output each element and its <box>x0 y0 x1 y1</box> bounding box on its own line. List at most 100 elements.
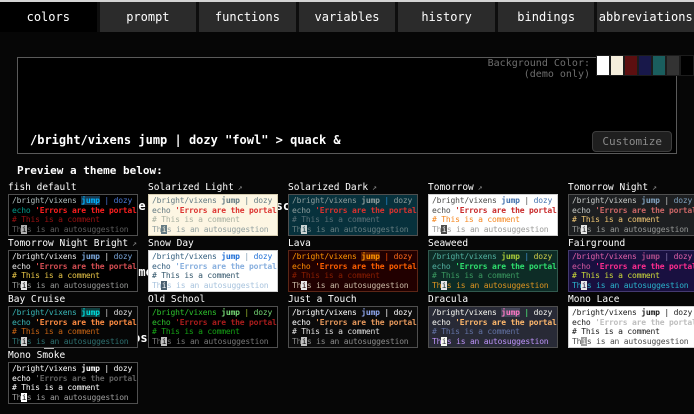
theme-sample-line-4: This is an autosuggestion <box>432 281 554 291</box>
theme-sample-line-2: echo 'Errors are the portals to discover… <box>432 206 554 216</box>
theme-sample-line-4: This is an autosuggestion <box>152 337 274 347</box>
theme-cell: Solarized Light↗ /bright/vixens jump | d… <box>148 182 278 238</box>
theme-card[interactable]: /bright/vixens jump | dozy "fowl" > quac… <box>148 250 278 292</box>
tab-prompt[interactable]: prompt <box>100 2 197 32</box>
customize-button[interactable]: Customize <box>592 131 672 152</box>
theme-cell: fish default↗ /bright/vixens jump | dozy… <box>8 182 138 238</box>
theme-sample-line-3: # This is a comment <box>432 271 554 281</box>
external-link-icon[interactable]: ↗ <box>478 183 483 192</box>
theme-card[interactable]: /bright/vixens jump | dozy "fowl" > quac… <box>148 194 278 236</box>
external-link-icon[interactable]: ↗ <box>238 183 243 192</box>
theme-name: Bay Cruise↗ <box>8 294 138 306</box>
theme-sample-line-4: This is an autosuggestion <box>12 281 134 291</box>
tab-history[interactable]: history <box>398 2 495 32</box>
theme-card[interactable]: /bright/vixens jump | dozy "fowl" > quac… <box>288 250 418 292</box>
theme-name: Lava↗ <box>288 238 418 250</box>
tab-label: history <box>421 10 472 24</box>
theme-name: Solarized Light↗ <box>148 182 278 194</box>
theme-card[interactable]: /bright/vixens jump | dozy "fowl" > quac… <box>428 194 558 236</box>
theme-sample-line-4: This is an autosuggestion <box>12 337 134 347</box>
theme-sample-line-1: /bright/vixens jump | dozy "fowl" > quac… <box>152 196 274 206</box>
theme-card[interactable]: /bright/vixens jump | dozy "fowl" > quac… <box>148 306 278 348</box>
background-color-swatch[interactable] <box>652 55 666 76</box>
theme-sample-line-2: echo 'Errors are the portals to discover… <box>12 318 134 328</box>
background-color-swatch[interactable] <box>638 55 652 76</box>
theme-sample-line-2: echo 'Errors are the portals to discover… <box>432 262 554 272</box>
theme-sample-line-2: echo 'Errors are the portals to discover… <box>152 206 274 216</box>
external-link-icon[interactable]: ↗ <box>132 239 137 248</box>
tab-label: prompt <box>126 10 169 24</box>
theme-cell: Snow Day↗ /bright/vixens jump | dozy "fo… <box>148 238 278 294</box>
theme-sample-line-4: This is an autosuggestion <box>12 225 134 235</box>
theme-sample-line-1: /bright/vixens jump | dozy "fowl" > quac… <box>12 364 134 374</box>
theme-sample-line-1: /bright/vixens jump | dozy "fowl" > quac… <box>292 252 414 262</box>
theme-card[interactable]: /bright/vixens jump | dozy "fowl" > quac… <box>8 362 138 404</box>
theme-cell: Tomorrow Night Bright↗ /bright/vixens ju… <box>8 238 138 294</box>
theme-sample-line-2: echo 'Errors are the portals to discover… <box>572 206 694 216</box>
theme-sample-line-2: echo 'Errors are the portals to discover… <box>292 318 414 328</box>
background-color-swatch[interactable] <box>666 55 680 76</box>
theme-card[interactable]: /bright/vixens jump | dozy "fowl" > quac… <box>8 250 138 292</box>
theme-sample-line-3: # This is a comment <box>152 271 274 281</box>
theme-cell: Mono Smoke↗ /bright/vixens jump | dozy "… <box>8 350 138 406</box>
background-color-label-line1: Background Color: <box>488 58 590 69</box>
theme-sample-line-1: /bright/vixens jump | dozy "fowl" > quac… <box>292 196 414 206</box>
external-link-icon[interactable]: ↗ <box>652 183 657 192</box>
tab-label: bindings <box>517 10 575 24</box>
theme-card[interactable]: /bright/vixens jump | dozy "fowl" > quac… <box>568 250 694 292</box>
tab-abbreviations[interactable]: abbreviations <box>597 2 694 32</box>
theme-name: Solarized Dark↗ <box>288 182 418 194</box>
theme-sample-line-1: /bright/vixens jump | dozy "fowl" > quac… <box>432 252 554 262</box>
theme-sample-line-4: This is an autosuggestion <box>12 393 134 403</box>
theme-card[interactable]: /bright/vixens jump | dozy "fowl" > quac… <box>428 250 558 292</box>
background-color-label: Background Color: (demo only) <box>488 58 590 80</box>
background-color-swatch[interactable] <box>624 55 638 76</box>
theme-sample-line-3: # This is a comment <box>432 215 554 225</box>
terminal-line-1: /bright/vixens jump | dozy "fowl" > quac… <box>30 129 341 151</box>
tab-label: variables <box>315 10 380 24</box>
theme-sample-line-2: echo 'Errors are the portals to discover… <box>12 206 134 216</box>
theme-card[interactable]: /bright/vixens jump | dozy "fowl" > quac… <box>288 306 418 348</box>
theme-card[interactable]: /bright/vixens jump | dozy "fowl" > quac… <box>428 306 558 348</box>
theme-cell: Mono Lace↗ /bright/vixens jump | dozy "f… <box>568 294 694 350</box>
theme-card[interactable]: /bright/vixens jump | dozy "fowl" > quac… <box>8 194 138 236</box>
theme-sample-line-1: /bright/vixens jump | dozy "fowl" > quac… <box>432 196 554 206</box>
theme-sample-line-4: This is an autosuggestion <box>572 225 694 235</box>
theme-sample-line-3: # This is a comment <box>432 327 554 337</box>
theme-sample-line-2: echo 'Errors are the portals to discover… <box>572 318 694 328</box>
theme-sample-line-4: This is an autosuggestion <box>572 281 694 291</box>
background-color-label-line2: (demo only) <box>488 69 590 80</box>
external-link-icon[interactable]: ↗ <box>372 183 377 192</box>
theme-sample-line-3: # This is a comment <box>292 271 414 281</box>
background-color-swatch[interactable] <box>680 55 694 76</box>
theme-sample-line-4: This is an autosuggestion <box>572 337 694 347</box>
background-color-swatch[interactable] <box>596 55 610 76</box>
theme-name: Just a Touch↗ <box>288 294 418 306</box>
theme-cell: Tomorrow↗ /bright/vixens jump | dozy "fo… <box>428 182 558 238</box>
theme-name: Dracula↗ <box>428 294 558 306</box>
tab-variables[interactable]: variables <box>299 2 396 32</box>
theme-name: Old School↗ <box>148 294 278 306</box>
tab-bindings[interactable]: bindings <box>498 2 595 32</box>
theme-sample-line-3: # This is a comment <box>292 327 414 337</box>
theme-cell: Seaweed↗ /bright/vixens jump | dozy "fow… <box>428 238 558 294</box>
theme-cell: Just a Touch↗ /bright/vixens jump | dozy… <box>288 294 418 350</box>
theme-sample-line-1: /bright/vixens jump | dozy "fowl" > quac… <box>12 308 134 318</box>
theme-sample-line-4: This is an autosuggestion <box>152 281 274 291</box>
tab-functions[interactable]: functions <box>199 2 296 32</box>
theme-card[interactable]: /bright/vixens jump | dozy "fowl" > quac… <box>8 306 138 348</box>
theme-name: fish default↗ <box>8 182 138 194</box>
theme-name: Tomorrow↗ <box>428 182 558 194</box>
theme-name: Snow Day↗ <box>148 238 278 250</box>
theme-sample-line-3: # This is a comment <box>572 271 694 281</box>
tab-label: colors <box>27 10 70 24</box>
theme-sample-line-3: # This is a comment <box>152 215 274 225</box>
theme-card[interactable]: /bright/vixens jump | dozy "fowl" > quac… <box>288 194 418 236</box>
theme-sample-line-1: /bright/vixens jump | dozy "fowl" > quac… <box>152 252 274 262</box>
theme-sample-line-4: This is an autosuggestion <box>292 225 414 235</box>
background-color-swatch[interactable] <box>610 55 624 76</box>
tab-colors[interactable]: colors <box>0 2 97 32</box>
theme-card[interactable]: /bright/vixens jump | dozy "fowl" > quac… <box>568 306 694 348</box>
theme-card[interactable]: /bright/vixens jump | dozy "fowl" > quac… <box>568 194 694 236</box>
theme-sample-line-3: # This is a comment <box>152 327 274 337</box>
